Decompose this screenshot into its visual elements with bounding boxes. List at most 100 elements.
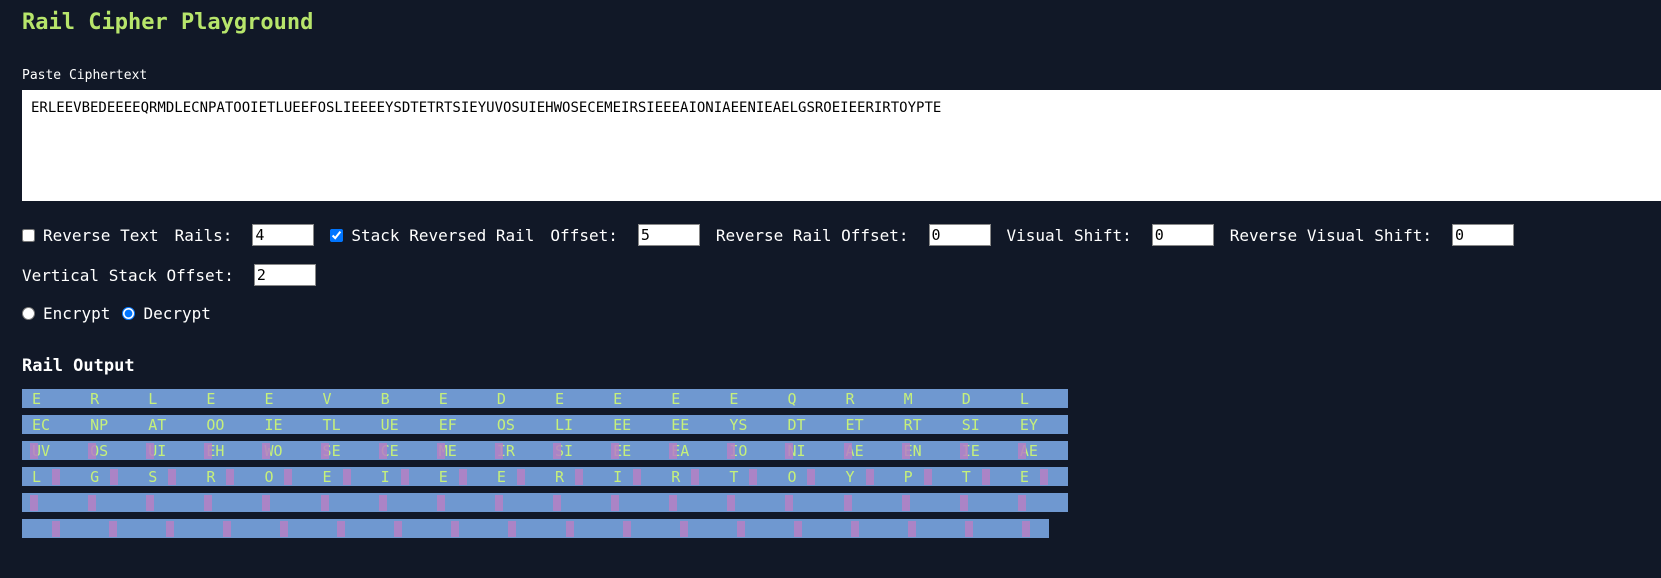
rail-3-marker [959,443,968,459]
ciphertext-input[interactable]: ERLEEVBEDEEEEQRMDLECNPATOOIETLUEEFOSLIEE… [22,90,1661,201]
rail-3-cell: AE [845,442,864,460]
rail-3-marker [88,443,97,459]
rail-4-marker [458,469,467,485]
rail-3-cell: OS [90,442,109,460]
rail-2-cell: IE [264,416,283,434]
rail-4-cell: I [613,468,623,486]
reverse-rail-offset-input[interactable] [928,224,991,246]
rail-1-cell: B [380,390,390,408]
rail-4-cell: I [380,468,390,486]
rail-1-cell: M [903,390,913,408]
rail-3-cell: ME [438,442,457,460]
rail-2-cell: TL [322,416,341,434]
decrypt-label: Decrypt [143,304,211,323]
encrypt-label: Encrypt [43,304,111,323]
rail-6-marker [394,521,403,537]
decrypt-radio[interactable] [122,307,136,320]
rail-4-marker [284,469,293,485]
reverse-text-checkbox[interactable] [22,228,35,242]
reverse-visual-shift-label: Reverse Visual Shift: [1229,225,1433,245]
rail-4-cell: R [671,468,681,486]
stack-reversed-rail-checkbox[interactable] [330,228,344,242]
rail-4-cell: R [206,468,216,486]
rail-2-cell: RT [903,416,922,434]
rail-1-cell: E [438,390,448,408]
rail-1-cell: L [148,390,158,408]
rail-3-marker [1017,443,1026,459]
visual-shift-input[interactable] [1151,224,1214,246]
visual-shift-label: Visual Shift: [1006,225,1132,245]
rail-1-cell: E [264,390,274,408]
rail-2-cell: DT [787,416,806,434]
rail-1-cell: D [961,390,971,408]
rail-4-cell: E [1019,468,1029,486]
rail-3-marker [30,443,38,459]
mode-radio-group: Encrypt Decrypt [22,304,211,323]
rail-1-cell: E [206,390,216,408]
rail-6-marker [166,521,175,537]
rail-2-cell: YS [729,416,748,434]
rail-band-2 [22,415,1068,434]
rail-6-marker [280,521,289,537]
rail-2-cell: OO [206,416,225,434]
rail-3-cell: EH [206,442,225,460]
rail-4-marker [110,469,119,485]
rail-5-marker [436,495,445,511]
offset-input[interactable] [637,224,700,246]
rail-4-cell: O [264,468,274,486]
rail-4-marker [575,469,583,485]
reverse-text-label: Reverse Text [43,225,159,245]
rail-5-marker [785,495,794,511]
rail-5-marker [727,495,736,511]
rail-3-cell: SE [322,442,341,460]
rail-1-cell: E [555,390,565,408]
rail-2-cell: EE [671,416,690,434]
rail-1-cell: R [90,390,100,408]
rail-1-cell: E [729,390,739,408]
rail-6-marker [223,521,232,537]
rail-4-marker [226,469,235,485]
rail-2-cell: EE [613,416,632,434]
rail-4-marker [865,469,874,485]
rail-3-marker [494,443,503,459]
rail-3-marker [843,443,852,459]
rails-input[interactable] [252,224,315,246]
vertical-stack-offset-input[interactable] [253,264,316,286]
reverse-visual-shift-input[interactable] [1452,224,1515,246]
rail-4-cell: E [438,468,448,486]
rail-5-marker [901,495,910,511]
rail-4-marker [981,469,990,485]
rail-3-marker [785,443,794,459]
rail-3-marker [901,443,910,459]
rail-5-marker [262,495,271,511]
rail-5-marker [669,495,678,511]
rail-3-cell: EN [903,442,922,460]
rail-5-marker [320,495,329,511]
rail-2-cell: AT [148,416,167,434]
rail-3-cell: EE [613,442,632,460]
rail-band-4 [22,467,1068,486]
rail-6-marker [508,521,517,537]
rail-3-cell: CE [380,442,399,460]
controls-row-1: Reverse Text Rails: Stack Reversed Rail … [22,224,1515,246]
offset-label: Offset: [550,225,618,245]
rail-4-cell: S [148,468,158,486]
encrypt-radio[interactable] [22,307,35,320]
rail-4-marker [633,469,642,485]
rail-3-cell: IO [729,442,748,460]
rail-5-marker [843,495,852,511]
rail-2-cell: OS [496,416,515,434]
rail-4-cell: L [32,468,42,486]
rail-1-cell: E [32,390,42,408]
reverse-rail-offset-label: Reverse Rail Offset: [715,225,909,245]
rail-band-5 [22,493,1068,512]
rail-3-marker [553,443,561,459]
rail-6-marker [1021,521,1030,537]
rail-3-marker [204,443,213,459]
stack-reversed-rail-label: Stack Reversed Rail [351,225,535,245]
rail-4-marker [749,469,758,485]
rail-6-marker [679,521,688,537]
rail-3-marker [320,443,329,459]
rail-1-cell: Q [787,390,797,408]
rail-4-marker [1039,469,1048,485]
